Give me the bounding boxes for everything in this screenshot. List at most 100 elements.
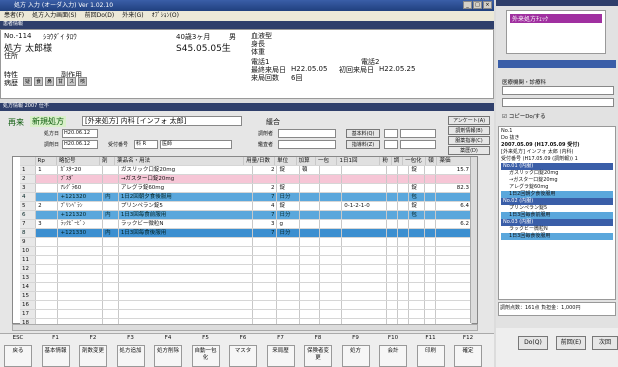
guidance-fee-button[interactable]: 指導料(Z) <box>346 140 380 149</box>
cell[interactable] <box>319 282 343 292</box>
guidance-fee-check[interactable] <box>384 140 398 149</box>
cell[interactable] <box>386 237 399 247</box>
cell[interactable] <box>397 237 410 247</box>
cell-kasan[interactable] <box>299 228 320 238</box>
cell[interactable] <box>386 228 399 238</box>
history-tag[interactable]: 鼻 <box>45 77 55 86</box>
cell-price[interactable]: 82.3 <box>435 183 472 193</box>
cell-unit[interactable] <box>276 291 300 301</box>
history-list[interactable]: No.1 Do 抜き 2007.05.09 (H17.05.09 受付) [外来… <box>498 126 616 300</box>
cell[interactable] <box>386 309 399 319</box>
cell-kind[interactable] <box>102 174 119 184</box>
cell-kind[interactable] <box>102 282 119 292</box>
cell-kasan[interactable] <box>299 273 320 283</box>
cell-kasan[interactable] <box>299 183 320 193</box>
prescription-title-field[interactable]: [外来処方] 内科 [インフォ 太郎] <box>82 116 242 126</box>
table-row[interactable]: 15 <box>20 291 472 301</box>
menu-item[interactable]: 患者(F) <box>4 11 24 21</box>
menu-item[interactable]: 処方入力画面(S) <box>32 11 77 21</box>
cell-qty[interactable]: 7 <box>252 210 278 220</box>
cell[interactable] <box>319 237 343 247</box>
cell-kind[interactable] <box>102 166 119 175</box>
history-drug[interactable]: プリンペラン錠5 <box>501 205 613 212</box>
table-row[interactable]: 8 +121330 内 1日3回毎食後服用 7 日分 <box>20 228 472 238</box>
table-row[interactable]: 2 ﾌﾞｽﾀﾞ →ガスター口錠20mg <box>20 174 472 184</box>
cell-rp[interactable] <box>35 300 59 310</box>
cell-kind[interactable] <box>102 201 119 211</box>
cell[interactable] <box>397 264 410 274</box>
history-drug[interactable]: →ガスター口錠20mg <box>501 177 613 184</box>
cell[interactable] <box>424 246 437 256</box>
basic-fee-button[interactable]: 基本料(Q) <box>346 129 380 138</box>
cell-unit[interactable]: 錠 <box>276 183 300 193</box>
fkey-button[interactable]: 戻る <box>4 345 32 367</box>
cell-name[interactable] <box>118 264 253 274</box>
cell-price[interactable]: 6.2 <box>435 219 472 229</box>
cell[interactable] <box>424 309 437 319</box>
cell-kasan[interactable] <box>299 255 320 265</box>
cell-code[interactable] <box>57 255 104 265</box>
cell-code[interactable]: ﾌﾟﾘﾝﾍﾟﾗﾝ <box>57 201 104 211</box>
cell-rp[interactable] <box>35 228 59 238</box>
history-tag[interactable]: 甘 <box>56 77 66 86</box>
cell-qty[interactable] <box>252 264 278 274</box>
cell-dose[interactable] <box>341 237 387 247</box>
cell-kasan[interactable]: 頓 <box>299 166 320 175</box>
cell-kind[interactable] <box>102 291 119 301</box>
cell[interactable] <box>386 291 399 301</box>
grid-header-cell[interactable]: 薬価 <box>436 157 472 166</box>
cell-mark[interactable]: 包 <box>408 192 425 202</box>
cell-name[interactable]: 1日3回毎食後服用 <box>118 228 253 238</box>
grid-header-cell[interactable]: 一包 <box>315 157 338 166</box>
previous-button[interactable]: 前回(E) <box>556 336 586 350</box>
history-tag[interactable]: 疑 <box>23 77 33 86</box>
fkey-button[interactable]: 自動一包化 <box>191 345 220 367</box>
cell-price[interactable] <box>435 309 472 319</box>
copy-do-check[interactable]: ☑ コピーDo/する <box>502 112 546 120</box>
cell-name[interactable]: ガスリック口錠20mg <box>118 166 253 175</box>
grid-header-cell[interactable]: 用量/日数 <box>243 157 276 166</box>
fkey-button[interactable]: 保険者変更 <box>304 345 332 367</box>
history-drug[interactable]: ガスリック口錠20mg <box>501 170 613 177</box>
dispense-info-button[interactable]: 調剤情報(B) <box>448 126 490 135</box>
cell[interactable] <box>424 300 437 310</box>
cell-name[interactable] <box>118 291 253 301</box>
cell-price[interactable] <box>435 237 472 247</box>
fkey-button[interactable]: 来局歴 <box>266 345 295 367</box>
cell-kind[interactable] <box>102 237 119 247</box>
cell-unit[interactable]: 日分 <box>276 210 300 220</box>
cell[interactable] <box>386 183 399 193</box>
cell[interactable] <box>386 219 399 229</box>
cell-dose[interactable] <box>341 183 387 193</box>
cell[interactable] <box>319 228 343 238</box>
cell-unit[interactable]: 錠 <box>276 166 300 175</box>
cell-kasan[interactable] <box>299 300 320 310</box>
history-drug[interactable]: アレグラ錠60mg <box>501 184 613 191</box>
grid-header-cell[interactable]: 一包化 <box>402 157 427 166</box>
table-row[interactable]: 6 +121320 内 1日3回毎食前服用 7 日分 包 <box>20 210 472 220</box>
cell[interactable] <box>386 264 399 274</box>
cell[interactable] <box>397 228 410 238</box>
table-row[interactable]: 17 <box>20 309 472 319</box>
cell-mark[interactable] <box>408 309 425 319</box>
cell-qty[interactable] <box>252 273 278 283</box>
cell-price[interactable]: 6.4 <box>435 201 472 211</box>
cell[interactable] <box>319 174 343 184</box>
cell-unit[interactable]: 日分 <box>276 192 300 202</box>
cell-price[interactable] <box>435 273 472 283</box>
cell-rp[interactable] <box>35 210 59 220</box>
cell[interactable] <box>319 273 343 283</box>
cell-kind[interactable]: 内 <box>102 228 119 238</box>
cell-rp[interactable] <box>35 192 59 202</box>
history-tag[interactable]: 食 <box>34 77 44 86</box>
fkey-button[interactable]: 基本情報 <box>41 345 70 367</box>
cell[interactable] <box>319 264 343 274</box>
cell-kasan[interactable] <box>299 264 320 274</box>
cell-mark[interactable] <box>408 291 425 301</box>
cell-dose[interactable] <box>341 174 387 184</box>
cell-code[interactable] <box>57 264 104 274</box>
department-input[interactable]: 科 R <box>134 140 158 149</box>
cell[interactable] <box>386 201 399 211</box>
cell[interactable] <box>319 183 343 193</box>
cell[interactable] <box>319 166 343 175</box>
